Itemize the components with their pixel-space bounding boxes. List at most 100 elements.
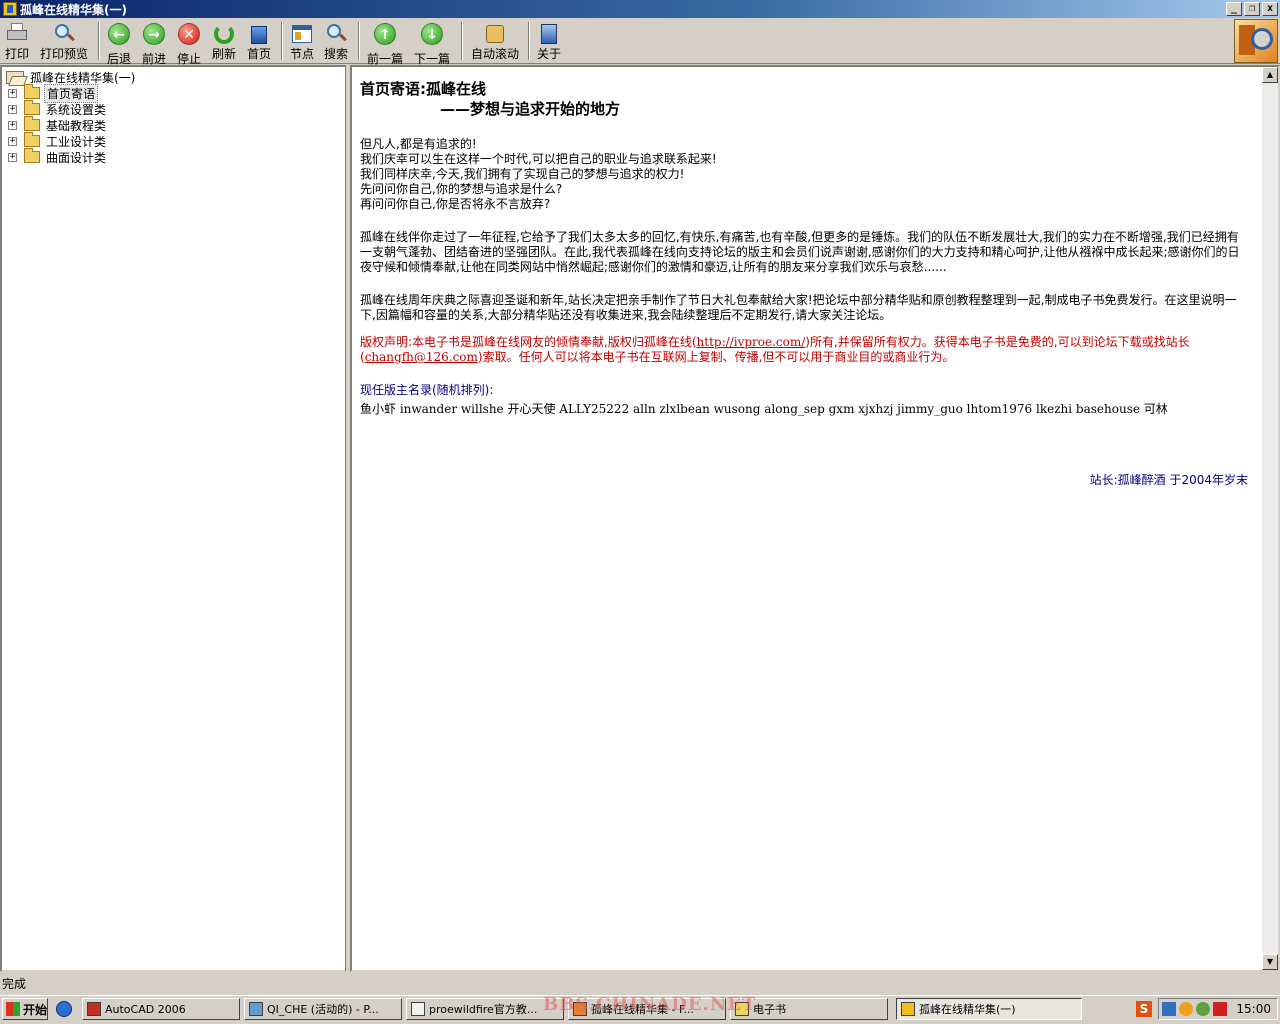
proe-icon (249, 1002, 263, 1016)
about-button[interactable]: 关于 (535, 20, 563, 62)
restore-button[interactable]: ❐ (1244, 2, 1260, 16)
intro-line: 但凡人,都是有追求的! (360, 137, 477, 151)
article-subtitle: ——梦想与追求开始的地方 (440, 100, 621, 118)
minimize-button[interactable]: _ (1226, 2, 1242, 16)
network-icon[interactable] (1162, 1002, 1177, 1016)
task-firefox[interactable]: 孤峰在线精华集 - F... (568, 998, 726, 1020)
folder-icon (24, 84, 40, 99)
home-button[interactable]: 首页 (245, 20, 273, 62)
toolbar: 打印 打印预览 ← 后退 → 前进 ✕ 停止 刷新 首页 节点 搜索 ↑ 前一篇… (0, 18, 1280, 66)
ime-icon[interactable]: S (1136, 1001, 1152, 1017)
intro-line: 我们庆幸可以生在这样一个时代,可以把自己的职业与追求联系起来! (360, 152, 717, 166)
tree-item-basic-tutorials[interactable]: + 基础教程类 (8, 116, 108, 133)
tree-item-label: 系统设置类 (46, 102, 107, 117)
toolbar-separator (98, 22, 100, 60)
autocad-icon (87, 1002, 101, 1016)
copyright-notice: 版权声明:本电子书是孤峰在线网友的倾情奉献,版权归孤峰在线(http://ivp… (360, 335, 1190, 364)
article-title: 首页寄语:孤峰在线 (360, 80, 486, 98)
forward-button[interactable]: → 前进 (140, 20, 168, 66)
stop-x-icon: ✕ (178, 23, 200, 45)
task-proewildfire[interactable]: proewildfire官方教... (406, 998, 564, 1020)
nodes-icon (290, 22, 314, 43)
arrow-right-icon: → (143, 23, 165, 45)
printer-icon (5, 22, 29, 41)
expand-plus-icon[interactable]: + (8, 88, 17, 98)
moderators-list: 鱼小虾 inwander willshe 开心天使 ALLY25222 alln… (360, 402, 1168, 416)
prev-article-button[interactable]: ↑ 前一篇 (365, 20, 405, 66)
status-bar: 完成 (0, 973, 1280, 995)
signature: 站长:孤峰醉酒 于2004年岁末 (1089, 473, 1248, 487)
taskbar: 开始 AutoCAD 2006 QI_CHE (活动的) - P... proe… (0, 994, 1280, 1024)
back-button[interactable]: ← 后退 (105, 20, 133, 66)
antivirus-icon[interactable] (1196, 1002, 1211, 1016)
status-text: 完成 (2, 977, 27, 991)
qq-penguin-icon[interactable] (1179, 1002, 1194, 1016)
expand-plus-icon[interactable]: + (8, 152, 17, 162)
app-book-icon (3, 2, 17, 16)
intro-line: 再问问你自己,你是否将永不言放弃? (360, 197, 551, 211)
folder-icon (24, 100, 40, 115)
refresh-icon (212, 22, 236, 44)
window-title-bar[interactable]: 孤峰在线精华集(一) _ ❐ x (0, 0, 1280, 18)
toolbar-separator (461, 22, 463, 60)
expand-plus-icon[interactable]: + (8, 104, 17, 114)
article-content: 首页寄语:孤峰在线 ——梦想与追求开始的地方 但凡人,都是有追求的! 我们庆幸可… (360, 79, 1248, 488)
arrow-up-icon: ↑ (374, 23, 396, 45)
scroll-down-icon[interactable]: ▼ (1262, 954, 1278, 970)
folder-icon (24, 132, 40, 147)
forum-link[interactable]: http://ivproe.com/ (697, 335, 806, 349)
ie-icon[interactable] (56, 1001, 72, 1017)
auto-scroll-button[interactable]: 自动滚动 (469, 20, 521, 62)
refresh-button[interactable]: 刷新 (210, 20, 238, 62)
open-book-icon (6, 70, 24, 84)
email-link[interactable]: changfh@126.com (365, 350, 478, 364)
window-title: 孤峰在线精华集(一) (20, 2, 127, 17)
tree-item-industrial-design[interactable]: + 工业设计类 (8, 132, 108, 149)
start-button[interactable]: 开始 (2, 998, 48, 1020)
vertical-scrollbar[interactable]: ▲ ▼ (1262, 67, 1278, 970)
tree-item-surface-design[interactable]: + 曲面设计类 (8, 148, 108, 165)
folder-icon (24, 116, 40, 131)
document-icon (411, 1002, 425, 1016)
toolbar-separator (528, 22, 530, 60)
task-ebook-active[interactable]: 孤峰在线精华集(一) (896, 998, 1082, 1020)
folder-icon (24, 148, 40, 163)
print-preview-icon (52, 22, 76, 42)
browser-icon (573, 1002, 587, 1016)
about-book-icon (537, 22, 561, 44)
toolbar-separator (281, 22, 283, 60)
paragraph-release: 孤峰在线周年庆典之际喜迎圣诞和新年,站长决定把亲手制作了节日大礼包奉献给大家!把… (360, 293, 1237, 322)
arrow-down-icon: ↓ (421, 23, 443, 45)
tree-item-system-settings[interactable]: + 系统设置类 (8, 100, 108, 117)
k-app-icon[interactable] (1213, 1002, 1228, 1016)
content-pane: 首页寄语:孤峰在线 ——梦想与追求开始的地方 但凡人,都是有追求的! 我们庆幸可… (350, 65, 1280, 972)
close-button[interactable]: x (1262, 2, 1278, 16)
scroll-up-icon[interactable]: ▲ (1262, 67, 1278, 83)
expand-plus-icon[interactable]: + (8, 136, 17, 146)
app-logo (1234, 19, 1278, 63)
paragraph-anniversary: 孤峰在线伴你走过了一年征程,它给予了我们太多太多的回忆,有快乐,有痛苦,也有辛酸… (360, 230, 1240, 274)
intro-line: 先问问你自己,你的梦想与追求是什么? (360, 182, 563, 196)
home-icon (247, 22, 271, 44)
next-article-button[interactable]: ↓ 下一篇 (412, 20, 452, 66)
system-tray: 15:00 (1158, 998, 1278, 1020)
moderators-heading: 现任版主名录(随机排列): (360, 383, 494, 397)
search-button[interactable]: 搜索 (322, 20, 350, 62)
auto-scroll-icon (483, 22, 507, 43)
print-preview-button[interactable]: 打印预览 (38, 20, 90, 62)
app-book-icon (901, 1002, 915, 1016)
stop-button[interactable]: ✕ 停止 (175, 20, 203, 66)
tree-item-homepage-message[interactable]: + 首页寄语 (8, 83, 99, 103)
expand-plus-icon[interactable]: + (8, 120, 17, 130)
task-qi-che[interactable]: QI_CHE (活动的) - P... (244, 998, 402, 1020)
task-ebook-folder[interactable]: 电子书 (730, 998, 888, 1020)
arrow-left-icon: ← (108, 23, 130, 45)
print-button[interactable]: 打印 (4, 20, 30, 62)
windows-logo-icon (6, 1002, 20, 1016)
nodes-button[interactable]: 节点 (288, 20, 316, 62)
search-icon (324, 22, 348, 42)
navigation-tree[interactable]: 孤峰在线精华集(一) + 首页寄语 + 系统设置类 + 基础教程类 + 工业设计… (0, 65, 346, 972)
task-autocad[interactable]: AutoCAD 2006 (82, 998, 240, 1020)
tree-item-label: 基础教程类 (46, 118, 107, 133)
tree-item-label: 工业设计类 (46, 134, 107, 149)
